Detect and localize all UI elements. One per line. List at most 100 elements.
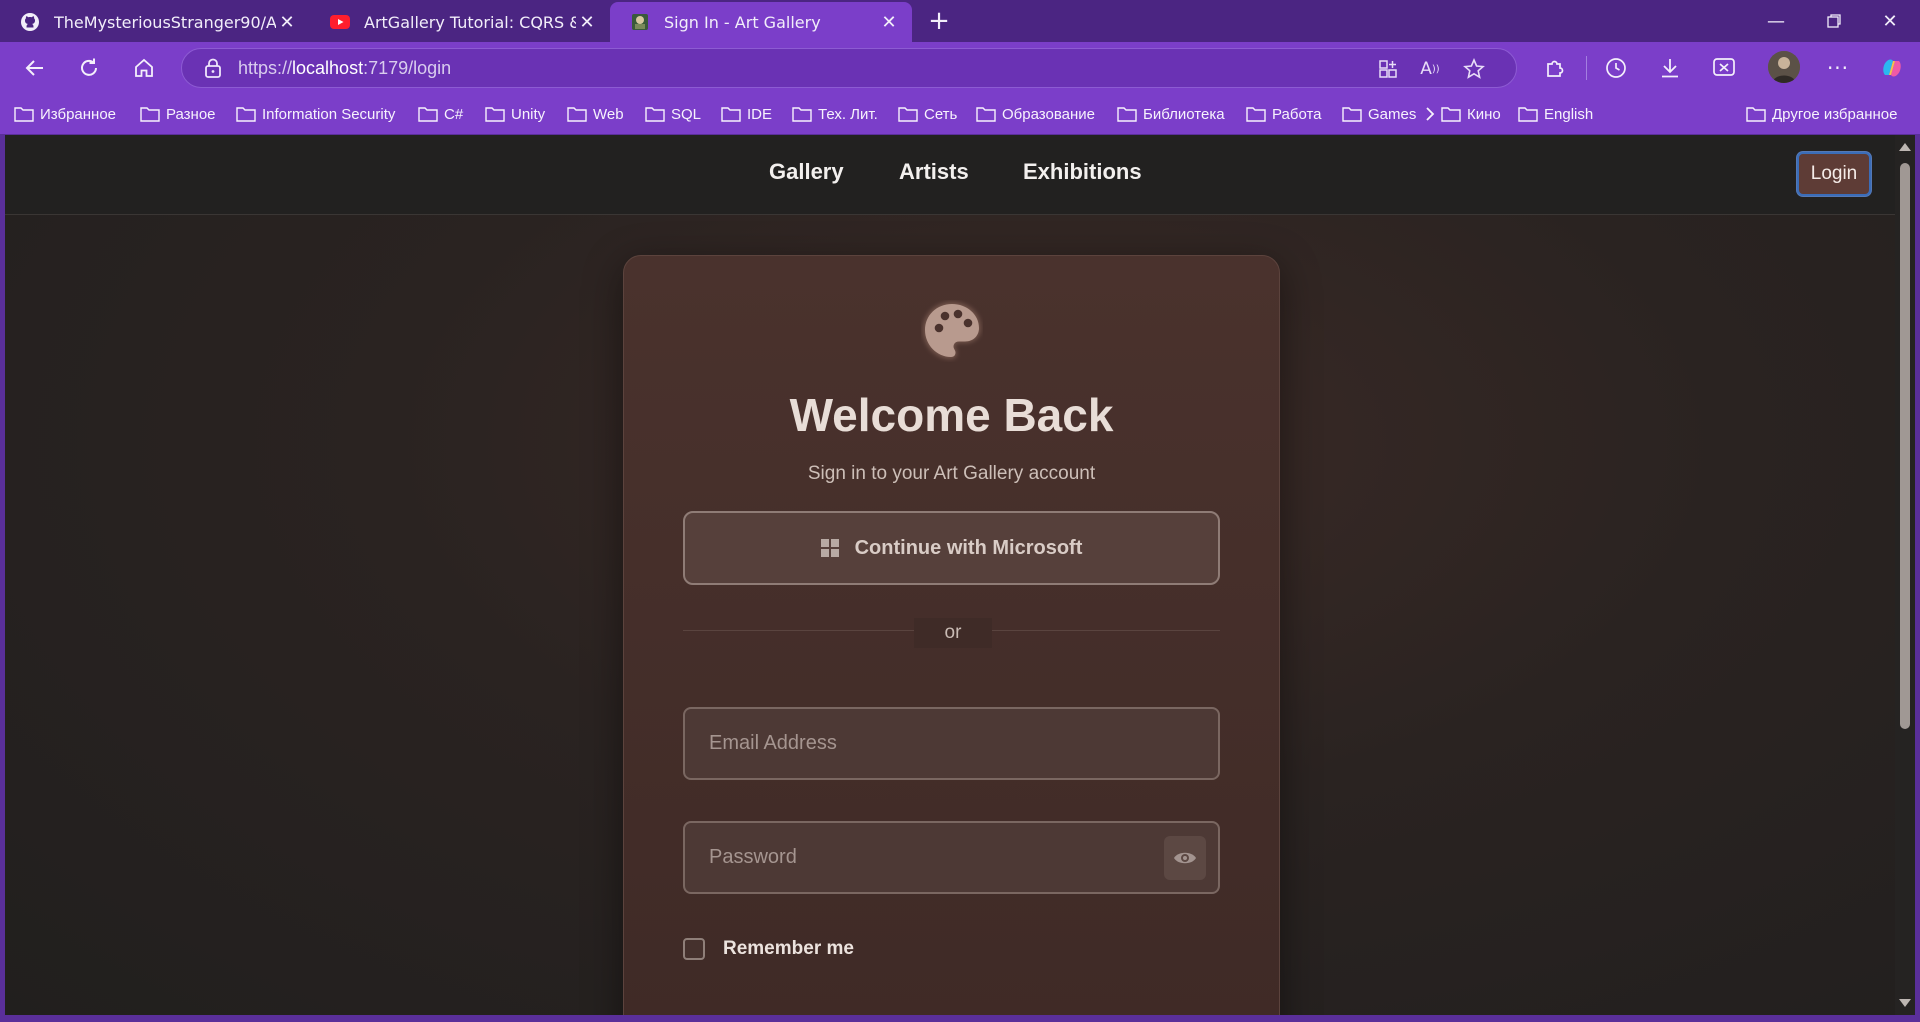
- email-field[interactable]: [683, 707, 1220, 780]
- bookmark-label: IDE: [747, 105, 773, 123]
- bookmark-label: C#: [444, 105, 464, 123]
- address-bar[interactable]: https://localhost:7179/login A)): [181, 48, 1517, 88]
- close-window-button[interactable]: ✕: [1862, 0, 1918, 42]
- read-aloud-icon[interactable]: A)): [1418, 57, 1442, 81]
- email-input[interactable]: [709, 709, 1149, 778]
- close-icon[interactable]: ✕: [276, 11, 298, 33]
- bookmark-folder[interactable]: Работа: [1246, 102, 1322, 126]
- scroll-down-arrow-icon[interactable]: [1899, 999, 1911, 1007]
- extensions-icon[interactable]: [1541, 54, 1569, 82]
- nav-artists-link[interactable]: Artists: [899, 159, 969, 185]
- screenshot-icon[interactable]: [1710, 54, 1738, 82]
- bookmarks-bar: Другое избранное Избранное Разное Informat…: [0, 94, 1920, 134]
- bookmark-label: Сеть: [924, 105, 958, 123]
- bookmark-folder[interactable]: C#: [418, 102, 463, 126]
- url-scheme: https://: [238, 57, 293, 78]
- tab-title: Sign In - Art Gallery: [664, 12, 821, 32]
- bookmark-label: Information Security: [262, 105, 396, 123]
- nav-exhibitions-link[interactable]: Exhibitions: [1023, 159, 1142, 185]
- folder-icon: [418, 107, 438, 122]
- other-bookmarks-folder[interactable]: Другое избранное: [1746, 102, 1897, 126]
- remember-me-label[interactable]: Remember me: [723, 938, 854, 960]
- bookmark-label: Разное: [166, 105, 216, 123]
- new-tab-button[interactable]: +: [923, 5, 955, 37]
- browser-tab-bar: TheMysteriousStranger90/ArtGallery ✕ Art…: [0, 0, 1920, 42]
- bookmark-folder[interactable]: Unity: [485, 102, 545, 126]
- bookmark-label: Games: [1368, 105, 1417, 123]
- more-options-icon[interactable]: ···: [1824, 54, 1852, 82]
- minimize-button[interactable]: —: [1748, 0, 1804, 42]
- page-scrollbar[interactable]: [1895, 135, 1915, 1015]
- bookmark-label: Библиотека: [1143, 105, 1225, 123]
- arrow-left-icon: [25, 60, 43, 76]
- microsoft-icon: [820, 539, 839, 557]
- bookmark-folder[interactable]: SQL: [645, 102, 701, 126]
- restore-icon: [1827, 14, 1841, 28]
- tab-sign-in[interactable]: Sign In - Art Gallery ✕: [610, 2, 912, 42]
- folder-icon: [485, 107, 505, 122]
- history-icon[interactable]: [1602, 54, 1630, 82]
- site-navbar: Gallery Artists Exhibitions Login: [5, 135, 1895, 215]
- url-text[interactable]: https://localhost:7179/login: [238, 58, 451, 79]
- bookmark-label: Избранное: [40, 105, 117, 123]
- home-icon: [135, 58, 153, 77]
- bookmark-folder[interactable]: Тех. Лит.: [792, 102, 878, 126]
- bookmark-folder[interactable]: Сеть: [898, 102, 957, 126]
- url-path: :7179/login: [363, 57, 452, 78]
- password-field[interactable]: [683, 821, 1220, 894]
- back-button[interactable]: [17, 50, 53, 86]
- tab-youtube[interactable]: ArtGallery Tutorial: CQRS & MediatR ✕: [310, 2, 610, 42]
- reload-button[interactable]: [71, 50, 107, 86]
- copilot-icon[interactable]: [1878, 54, 1906, 82]
- bookmark-folder[interactable]: Разное: [140, 102, 216, 126]
- close-icon[interactable]: ✕: [576, 11, 598, 33]
- restore-button[interactable]: [1806, 0, 1862, 42]
- folder-icon: [976, 107, 996, 122]
- bookmark-folder[interactable]: English: [1518, 102, 1593, 126]
- folder-icon: [1342, 107, 1362, 122]
- bookmark-folder[interactable]: IDE: [721, 102, 772, 126]
- bookmark-folder[interactable]: Образование: [976, 102, 1095, 126]
- bookmark-label: Образование: [1002, 105, 1095, 123]
- bookmark-folder[interactable]: Games: [1342, 102, 1416, 126]
- profile-avatar[interactable]: [1768, 51, 1800, 83]
- home-button[interactable]: [126, 50, 162, 86]
- bookmark-folder[interactable]: Библиотека: [1117, 102, 1225, 126]
- login-button[interactable]: Login: [1797, 152, 1871, 196]
- bookmark-folder[interactable]: Кино: [1441, 102, 1501, 126]
- tab-github[interactable]: TheMysteriousStranger90/ArtGallery ✕: [0, 2, 310, 42]
- scrollbar-thumb[interactable]: [1900, 163, 1910, 729]
- downloads-icon[interactable]: [1656, 54, 1684, 82]
- toggle-password-visibility-button[interactable]: [1164, 836, 1206, 880]
- bookmark-label: SQL: [671, 105, 702, 123]
- folder-icon: [1746, 107, 1766, 122]
- folder-icon: [721, 107, 741, 122]
- window-bottom-border: [0, 1015, 1920, 1022]
- bookmark-label: Unity: [511, 105, 546, 123]
- youtube-icon: [330, 12, 350, 32]
- browser-toolbar: https://localhost:7179/login A)) ···: [0, 42, 1920, 94]
- folder-icon: [792, 107, 812, 122]
- page-viewport: Gallery Artists Exhibitions Login Welcom…: [5, 135, 1915, 1015]
- password-input[interactable]: [709, 823, 1149, 892]
- toolbar-divider: [1586, 56, 1587, 80]
- folder-icon: [14, 107, 34, 122]
- remember-me-row[interactable]: Remember me: [683, 936, 854, 962]
- avatar-icon: [1768, 51, 1800, 83]
- bookmark-folder[interactable]: Information Security: [236, 102, 395, 126]
- remember-me-checkbox[interactable]: [683, 938, 705, 960]
- nav-gallery-link[interactable]: Gallery: [769, 159, 844, 185]
- folder-icon: [1518, 107, 1538, 122]
- tab-title: TheMysteriousStranger90/ArtGallery: [54, 12, 276, 32]
- app-available-icon[interactable]: [1376, 57, 1400, 81]
- or-divider-label: or: [914, 618, 992, 648]
- scroll-up-arrow-icon[interactable]: [1899, 143, 1911, 151]
- url-host: localhost: [292, 57, 364, 78]
- close-icon[interactable]: ✕: [878, 11, 900, 33]
- favorite-star-icon[interactable]: [1462, 57, 1486, 81]
- bookmark-folder[interactable]: Избранное: [14, 102, 116, 126]
- bookmark-folder[interactable]: Web: [567, 102, 624, 126]
- continue-with-microsoft-button[interactable]: Continue with Microsoft: [683, 511, 1220, 585]
- lock-icon[interactable]: [202, 57, 224, 79]
- folder-icon: [236, 107, 256, 122]
